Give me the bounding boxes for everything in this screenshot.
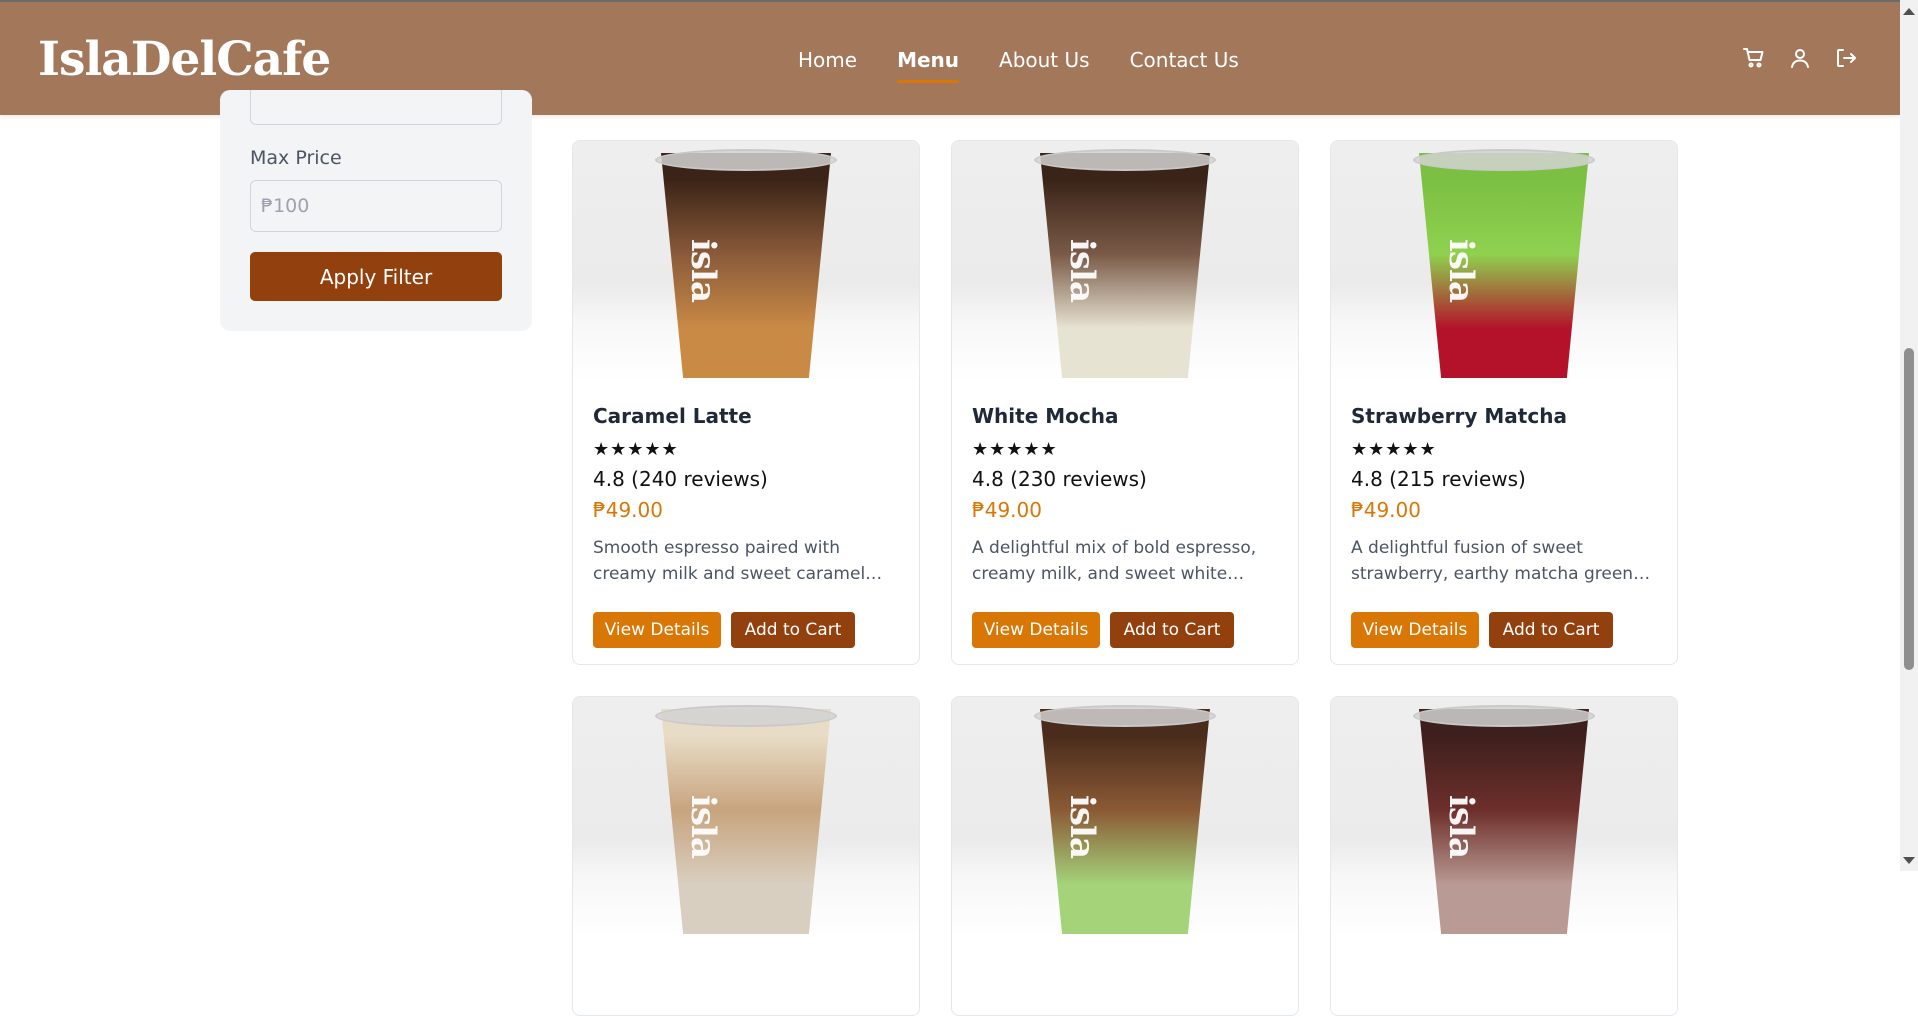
product-price: ₱49.00 bbox=[593, 498, 663, 522]
header-actions bbox=[1742, 46, 1858, 70]
min-price-input[interactable] bbox=[250, 90, 502, 125]
cup-logo: isla bbox=[1062, 239, 1102, 303]
product-card: isla Strawberry Matcha ★★★★★ 4.8 (215 re… bbox=[1330, 140, 1678, 665]
product-image[interactable]: isla bbox=[573, 141, 919, 381]
cup-rim bbox=[1413, 149, 1595, 171]
product-image[interactable]: isla bbox=[952, 697, 1298, 937]
product-image[interactable]: isla bbox=[573, 697, 919, 937]
star-rating: ★★★★★ bbox=[972, 439, 1058, 460]
product-name[interactable]: White Mocha bbox=[972, 404, 1118, 428]
view-details-button[interactable]: View Details bbox=[593, 612, 721, 648]
cup-rim bbox=[655, 149, 837, 171]
cup-rim bbox=[1413, 705, 1595, 727]
product-image[interactable]: isla bbox=[1331, 141, 1677, 381]
brand-logo[interactable]: IslaDelCafe bbox=[38, 32, 331, 87]
product-price: ₱49.00 bbox=[972, 498, 1042, 522]
filter-sidebar: Max Price Apply Filter bbox=[220, 90, 532, 331]
user-icon[interactable] bbox=[1788, 46, 1812, 70]
nav-contact-us[interactable]: Contact Us bbox=[1130, 48, 1239, 72]
add-to-cart-button[interactable]: Add to Cart bbox=[1489, 612, 1613, 648]
product-price: ₱49.00 bbox=[1351, 498, 1421, 522]
product-description: A delightful fusion of sweet strawberry,… bbox=[1351, 538, 1634, 584]
main-nav: Home Menu About Us Contact Us bbox=[798, 48, 1239, 83]
cup-rim bbox=[1034, 705, 1216, 727]
nav-menu[interactable]: Menu bbox=[897, 48, 959, 83]
product-name[interactable]: Strawberry Matcha bbox=[1351, 404, 1567, 428]
scroll-up-arrow-icon[interactable] bbox=[1903, 8, 1915, 15]
apply-filter-button[interactable]: Apply Filter bbox=[250, 252, 502, 301]
star-rating: ★★★★★ bbox=[593, 439, 679, 460]
product-card: isla bbox=[1330, 696, 1678, 1016]
cart-icon[interactable] bbox=[1742, 46, 1766, 70]
product-name[interactable]: Caramel Latte bbox=[593, 404, 752, 428]
cup-logo: isla bbox=[1441, 239, 1481, 303]
add-to-cart-button[interactable]: Add to Cart bbox=[1110, 612, 1234, 648]
logout-icon[interactable] bbox=[1834, 46, 1858, 70]
star-rating: ★★★★★ bbox=[1351, 439, 1437, 460]
product-image[interactable]: isla bbox=[1331, 697, 1677, 937]
product-card: isla bbox=[951, 696, 1299, 1016]
cup-logo: isla bbox=[1062, 795, 1102, 859]
max-price-input[interactable] bbox=[250, 180, 502, 232]
nav-home[interactable]: Home bbox=[798, 48, 857, 72]
rating-text: 4.8 (230 reviews) bbox=[972, 467, 1147, 491]
cup-logo: isla bbox=[683, 239, 723, 303]
product-card: isla White Mocha ★★★★★ 4.8 (230 reviews)… bbox=[951, 140, 1299, 665]
add-to-cart-button[interactable]: Add to Cart bbox=[731, 612, 855, 648]
cup-rim bbox=[655, 705, 837, 727]
scrollbar-thumb[interactable] bbox=[1904, 348, 1914, 670]
view-details-button[interactable]: View Details bbox=[972, 612, 1100, 648]
cup-logo: isla bbox=[683, 795, 723, 859]
product-description: Smooth espresso paired with creamy milk … bbox=[593, 538, 866, 584]
cup-logo: isla bbox=[1441, 795, 1481, 859]
cup-rim bbox=[1034, 149, 1216, 171]
product-card: isla Caramel Latte ★★★★★ 4.8 (240 review… bbox=[572, 140, 920, 665]
rating-text: 4.8 (215 reviews) bbox=[1351, 467, 1526, 491]
scroll-down-arrow-icon[interactable] bbox=[1903, 857, 1915, 864]
product-card: isla bbox=[572, 696, 920, 1016]
product-description: A delightful mix of bold espresso, cream… bbox=[972, 538, 1257, 584]
view-details-button[interactable]: View Details bbox=[1351, 612, 1479, 648]
nav-about-us[interactable]: About Us bbox=[999, 48, 1090, 72]
product-image[interactable]: isla bbox=[952, 141, 1298, 381]
rating-text: 4.8 (240 reviews) bbox=[593, 467, 768, 491]
max-price-label: Max Price bbox=[250, 147, 342, 169]
